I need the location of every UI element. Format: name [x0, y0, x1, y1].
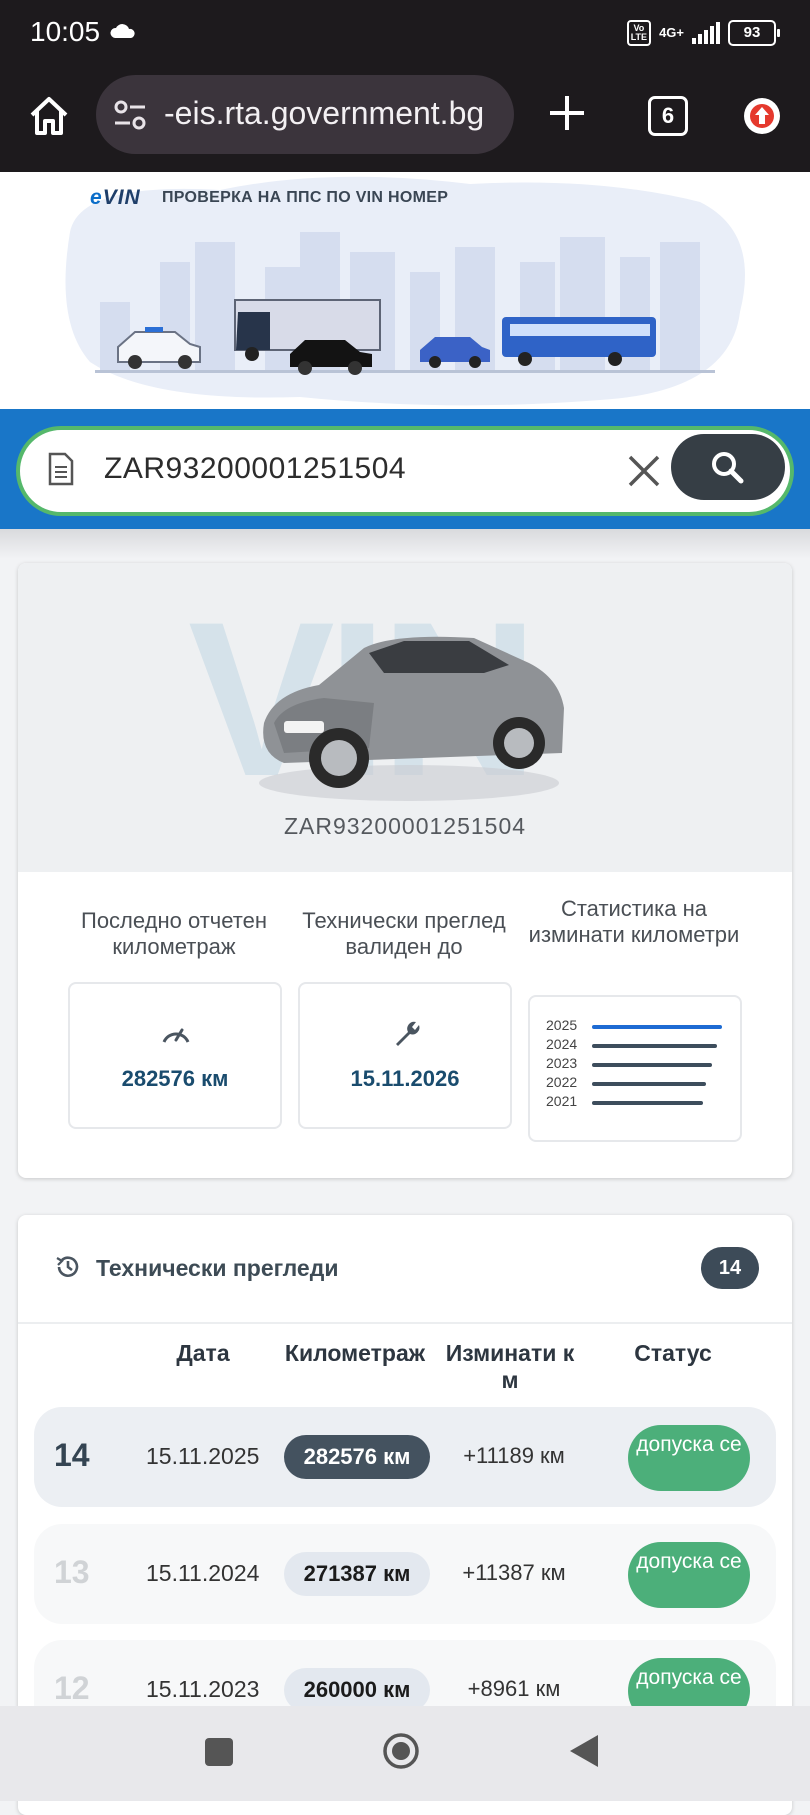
- signal-icon: [692, 22, 720, 44]
- vin-caption: ZAR93200001251504: [283, 813, 527, 839]
- vin-search-input[interactable]: ZAR93200001251504: [104, 452, 406, 486]
- stats-bar: [592, 1025, 722, 1029]
- document-icon: [48, 452, 74, 486]
- inspection-box: 15.11.2026: [298, 982, 512, 1129]
- row-date: 15.11.2024: [146, 1560, 260, 1586]
- recents-button[interactable]: [205, 1738, 233, 1766]
- stats-bar: [592, 1082, 706, 1086]
- inspection-stat: Технически преглед валиден до 15.11.2026: [298, 908, 512, 1129]
- home-icon[interactable]: [28, 95, 70, 137]
- column-header-mileage: Километраж: [284, 1340, 426, 1366]
- speedometer-icon: [162, 1028, 190, 1043]
- browser-toolbar: -eis.rta.government.bg 6: [0, 70, 810, 172]
- row-diff: +11189 км: [463, 1443, 565, 1468]
- vehicle-card: VIN ZAR93200001251504 Последно отчетен к…: [18, 563, 792, 1178]
- status-bar: 10:05 Vo LTE 4G+ 93: [0, 0, 810, 70]
- row-number: 12: [54, 1670, 90, 1706]
- stats-year: 2021: [546, 1093, 578, 1109]
- inspection-label: Технически преглед валиден до: [302, 908, 506, 959]
- stats-year: 2022: [546, 1074, 578, 1090]
- column-header-diff: Изминати к м: [445, 1340, 575, 1393]
- column-header-date: Дата: [176, 1340, 230, 1366]
- status-badge: допуска се: [628, 1425, 750, 1491]
- inspections-header: Технически прегледи 14: [18, 1215, 792, 1324]
- row-number: 13: [54, 1554, 90, 1590]
- site-settings-icon[interactable]: [112, 97, 148, 133]
- row-mileage: 271387 км: [284, 1552, 430, 1596]
- back-icon[interactable]: [568, 1733, 600, 1769]
- battery-indicator: 93: [728, 20, 780, 46]
- row-mileage: 282576 км: [284, 1435, 430, 1479]
- row-date: 15.11.2023: [146, 1676, 260, 1702]
- new-tab-icon[interactable]: [546, 92, 588, 134]
- row-date: 15.11.2025: [146, 1443, 260, 1469]
- stats-bar: [592, 1063, 712, 1067]
- mileage-label: Последно отчетен километраж: [81, 908, 267, 959]
- section-shadow: [0, 529, 810, 559]
- row-number: 14: [54, 1437, 90, 1473]
- vehicle-hero: VIN ZAR93200001251504: [18, 563, 792, 872]
- url-text[interactable]: -eis.rta.government.bg: [164, 95, 484, 132]
- search-icon: [712, 452, 744, 484]
- status-time: 10:05: [30, 16, 101, 47]
- url-bar[interactable]: -eis.rta.government.bg: [96, 75, 514, 154]
- status-badge: допуска се: [628, 1542, 750, 1608]
- update-icon[interactable]: [744, 98, 780, 134]
- mileage-stat: Последно отчетен километраж 282576 км: [68, 908, 282, 1129]
- stats-year: 2024: [546, 1036, 578, 1052]
- column-header-status: Статус: [634, 1340, 712, 1366]
- wrench-icon: [396, 1021, 420, 1046]
- history-icon: [56, 1256, 79, 1277]
- home-nav-icon[interactable]: [382, 1732, 420, 1770]
- hero-banner: eVIN ПРОВЕРКА НА ППС ПО VIN НОМЕР: [0, 172, 810, 409]
- table-row[interactable]: 13 15.11.2024 271387 км +11387 км допуск…: [34, 1524, 776, 1624]
- stats-year: 2025: [546, 1017, 578, 1033]
- row-diff: +8961 км: [467, 1676, 561, 1701]
- stats-chart-box[interactable]: 2025 2024 2023 2022 2021: [528, 995, 742, 1142]
- stats-stat: Статистика на изминати километри 2025 20…: [528, 896, 742, 1142]
- banner-title: ПРОВЕРКА НА ППС ПО VIN НОМЕР: [162, 189, 449, 206]
- cloud-icon: [110, 24, 135, 38]
- stats-bar: [592, 1044, 717, 1048]
- row-diff: +11387 км: [462, 1560, 566, 1585]
- inspections-count-badge: 14: [701, 1247, 759, 1289]
- vin-search-field[interactable]: ZAR93200001251504: [16, 426, 794, 516]
- evin-logo: eVIN: [90, 186, 141, 209]
- mileage-value: 282576 км: [121, 1066, 229, 1091]
- search-button[interactable]: [671, 434, 785, 500]
- stats-bar: [592, 1101, 703, 1105]
- system-nav-bar: [0, 1706, 810, 1801]
- stats-year: 2023: [546, 1055, 578, 1071]
- inspections-title: Технически прегледи: [96, 1255, 339, 1281]
- car-image: [259, 636, 564, 801]
- search-band: ZAR93200001251504: [0, 409, 810, 529]
- table-row[interactable]: 14 15.11.2025 282576 км +11189 км допуск…: [34, 1407, 776, 1507]
- clear-icon[interactable]: [624, 451, 664, 491]
- mileage-box: 282576 км: [68, 982, 282, 1129]
- volte-icon: Vo LTE: [626, 20, 652, 46]
- network-type: 4G+: [659, 25, 684, 40]
- stats-label: Статистика на изминати километри: [528, 896, 740, 947]
- tab-switcher-button[interactable]: 6: [648, 96, 688, 136]
- inspection-value: 15.11.2026: [350, 1066, 460, 1091]
